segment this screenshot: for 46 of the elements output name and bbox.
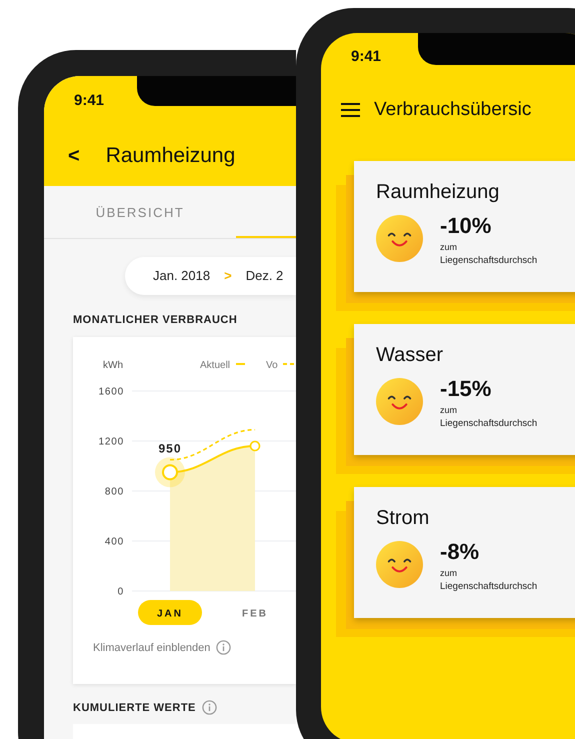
axis-tick-label: 1200 [98, 436, 124, 447]
smiley-icon [376, 378, 423, 424]
axis-tick-label: 800 [104, 486, 124, 497]
note-text: Liegenschaftsdurchsch [440, 580, 538, 594]
axis-tick-label: 1600 [98, 386, 124, 397]
note-text: Liegenschaftsdurchsch [440, 417, 538, 431]
screen-title: Verbrauchsübersic [374, 98, 532, 122]
legend-label: Vo [266, 360, 278, 370]
legend-line [283, 362, 295, 364]
consumption-card[interactable]: Wasser -15% zum Liegenschaftsdurchsch [354, 324, 575, 454]
percent-value: -10% [440, 212, 492, 238]
toggle-label[interactable]: Klimaverlauf einblenden [93, 640, 210, 656]
status-time: 9:41 [350, 47, 382, 67]
menu-icon[interactable] [341, 103, 360, 118]
section-title: KUMULIERTE WERTE [73, 700, 196, 716]
smiley-icon [376, 540, 423, 588]
card-title: Raumheizung [376, 180, 500, 204]
axis-tick-label: 400 [104, 536, 124, 547]
card-title: Strom [376, 506, 430, 530]
month-tab[interactable]: JAN [138, 600, 202, 624]
x-tick-label: JAN [156, 608, 184, 619]
info-icon[interactable] [202, 700, 217, 716]
info-icon[interactable] [216, 640, 232, 656]
month-tab[interactable]: FEB [242, 608, 268, 619]
back-button[interactable]: < [68, 140, 80, 171]
smiley-icon [376, 214, 423, 262]
note-text: zum [440, 240, 458, 254]
data-point[interactable] [162, 464, 178, 480]
consumption-card[interactable]: Strom -8% zum Liegenschaftsdurchsch [354, 486, 575, 618]
percent-value: -15% [440, 376, 492, 402]
status-time: 9:41 [73, 91, 104, 111]
note-text: zum [440, 566, 458, 580]
legend-label: Aktuell [200, 360, 230, 370]
axis-tick-label: 0 [118, 586, 124, 597]
value-label: 950 [158, 440, 182, 455]
data-point[interactable] [250, 440, 260, 451]
screen-title: Raumheizung [106, 143, 236, 169]
date-range-selector[interactable]: Jan. 2018 > Dez. 2 [125, 257, 296, 295]
legend-line [236, 362, 245, 364]
note-text: Liegenschaftsdurchsch [440, 254, 538, 268]
percent-value: -8% [440, 538, 480, 564]
consumption-card[interactable]: Raumheizung -10% zum Liegenschaftsdurchsch [354, 160, 575, 292]
unit-label: kWh [103, 360, 123, 370]
note-text: zum [440, 404, 458, 416]
card-title: Wasser [376, 342, 444, 368]
section-title: MONATLICHER VERBRAUCH [73, 313, 238, 328]
